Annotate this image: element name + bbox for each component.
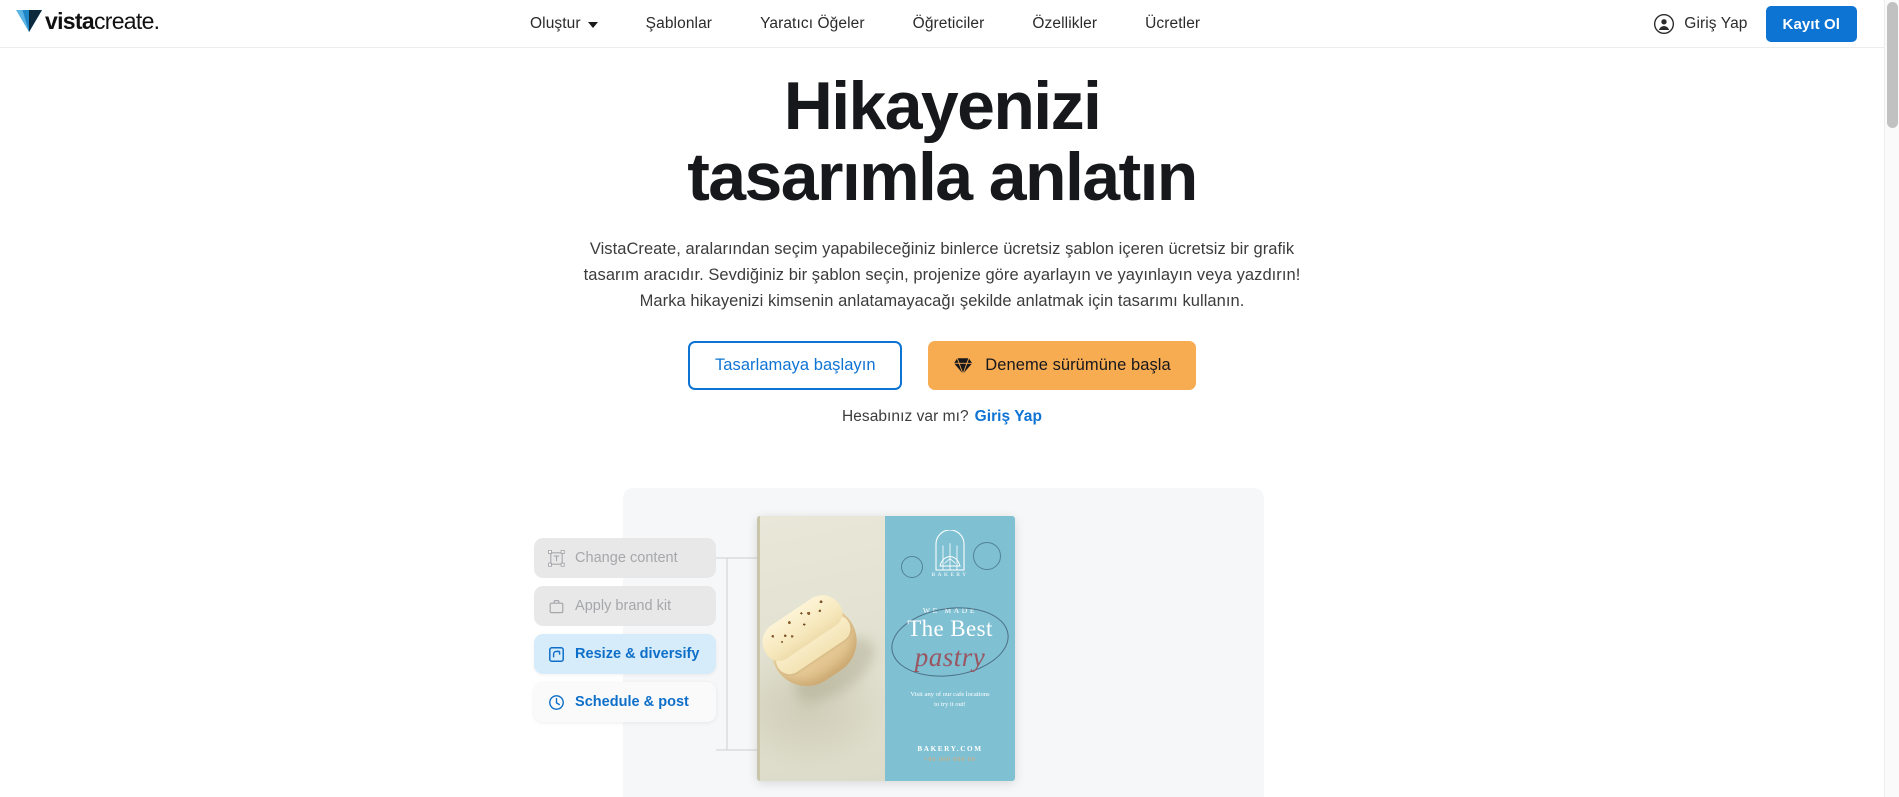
nav-item-ogreticiler[interactable]: Öğreticiler [913, 15, 985, 33]
hero-title-line1: Hikayenizi [783, 68, 1102, 144]
user-circle-icon [1654, 13, 1675, 35]
nav-item-yaratici-ogeler[interactable]: Yaratıcı Öğeler [760, 15, 865, 33]
login-link[interactable]: Giriş Yap [1653, 13, 1747, 35]
template-photo-panel [757, 516, 885, 781]
hero-title-line2: tasarımla anlatın [687, 139, 1198, 215]
scrollbar-thumb[interactable] [1887, 2, 1898, 128]
workflow-card-apply-brand-kit[interactable]: Apply brand kit [534, 586, 716, 626]
decorative-circle-large-icon [973, 542, 1001, 570]
workflow-card-list: Change content Apply brand kit Resize & … [534, 538, 716, 730]
page-scrollbar[interactable] [1884, 0, 1899, 797]
start-designing-button[interactable]: Tasarlamaya başlayın [688, 341, 903, 390]
logo-text-bold: vista [45, 7, 95, 34]
account-login-link[interactable]: Giriş Yap [975, 408, 1042, 425]
logo-dot: . [153, 7, 160, 34]
signup-button[interactable]: Kayıt Ol [1765, 6, 1857, 42]
template-headline: The Best [907, 616, 993, 641]
workflow-card-label: Apply brand kit [575, 598, 672, 614]
existing-account-row: Hesabınız var mı? Giriş Yap [0, 408, 1884, 426]
template-body-line1: Visit any of our cafe locations [910, 691, 990, 698]
start-trial-button[interactable]: Deneme sürümüne başla [928, 341, 1196, 390]
logo-wordmark: vistacreate. [45, 7, 160, 34]
nav-item-ozellikler[interactable]: Özellikler [1032, 15, 1097, 33]
main-navigation: Oluştur Şablonlar Yaratıcı Öğeler Öğreti… [530, 0, 1200, 48]
header-actions: Giriş Yap Kayıt Ol [1653, 0, 1857, 48]
start-trial-label: Deneme sürümüne başla [985, 356, 1171, 374]
nav-item-label: Oluştur [530, 15, 581, 32]
hero-illustration: Change content Apply brand kit Resize & … [534, 488, 1264, 797]
nav-item-label: Yaratıcı Öğeler [760, 15, 865, 32]
workflow-card-label: Resize & diversify [575, 646, 700, 662]
workflow-card-change-content[interactable]: Change content [534, 538, 716, 578]
workflow-card-label: Change content [575, 550, 678, 566]
text-frame-icon [548, 549, 565, 567]
template-body-text: Visit any of our cafe locations to try i… [893, 690, 1007, 710]
nav-item-label: Ücretler [1145, 15, 1201, 32]
hero-subtitle: VistaCreate, aralarından seçim yapabilec… [583, 240, 1301, 310]
chevron-down-icon [587, 22, 598, 28]
workflow-card-schedule-post[interactable]: Schedule & post [534, 682, 716, 722]
template-body-line2: to try it out! [934, 701, 966, 708]
clock-icon [549, 694, 564, 710]
account-question-label: Hesabınız var mı? [842, 408, 969, 425]
vistacreate-logo[interactable]: vistacreate. [16, 7, 160, 35]
resize-icon [549, 646, 564, 662]
nav-item-sablonlar[interactable]: Şablonlar [646, 15, 712, 33]
template-preview-card[interactable]: BAKERY WE MADE The Best pastry Visit any… [757, 516, 1015, 781]
template-text-panel: BAKERY WE MADE The Best pastry Visit any… [885, 516, 1015, 781]
diamond-icon [954, 357, 973, 374]
template-phone: +00 000 000 00 [924, 757, 976, 763]
login-link-label: Giriş Yap [1684, 15, 1748, 32]
template-brand-name: BAKERY [931, 572, 969, 578]
workflow-card-resize-diversify[interactable]: Resize & diversify [534, 634, 716, 674]
hero-section: Hikayenizi tasarımla anlatın VistaCreate… [0, 48, 1884, 426]
template-website: BAKERY.COM [917, 745, 983, 753]
workflow-card-label: Schedule & post [575, 694, 689, 710]
hero-cta-row: Tasarlamaya başlayın Deneme sürümüne baş… [0, 341, 1884, 390]
bakery-arch-logo-icon [935, 530, 965, 571]
template-script-word: pastry [914, 642, 986, 672]
page-root: vistacreate. Oluştur Şablonlar Yaratıcı … [0, 0, 1899, 797]
nav-item-olustur[interactable]: Oluştur [530, 15, 598, 33]
vistacreate-logo-icon [16, 10, 42, 32]
page-title: Hikayenizi tasarımla anlatın [0, 71, 1884, 213]
logo-text-light: create [93, 7, 154, 34]
nav-item-label: Öğreticiler [912, 15, 985, 32]
nav-item-ucretler[interactable]: Ücretler [1145, 15, 1200, 33]
site-header: vistacreate. Oluştur Şablonlar Yaratıcı … [0, 0, 1884, 48]
briefcase-icon [549, 599, 564, 613]
nav-item-label: Özellikler [1032, 15, 1098, 32]
nav-item-label: Şablonlar [645, 15, 713, 32]
